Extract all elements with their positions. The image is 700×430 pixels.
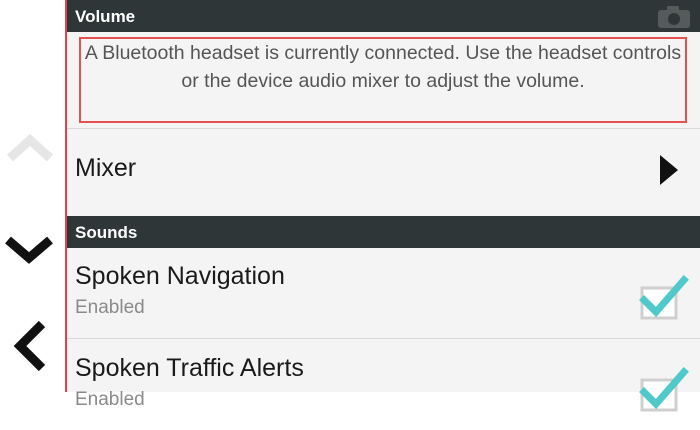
sounds-section-header: Sounds xyxy=(67,216,700,248)
spoken-navigation-row[interactable]: Spoken Navigation Enabled xyxy=(67,248,700,338)
divider xyxy=(67,128,700,129)
sounds-header-label: Sounds xyxy=(75,223,138,242)
back-button[interactable] xyxy=(0,312,64,372)
list-item-title: Spoken Traffic Alerts xyxy=(75,354,304,382)
camera-icon xyxy=(658,6,690,28)
volume-section-header: Volume xyxy=(67,0,700,32)
chevron-down-icon xyxy=(5,236,53,264)
spoken-traffic-alerts-row[interactable]: Spoken Traffic Alerts Enabled xyxy=(67,340,700,430)
checkbox-checked-icon[interactable] xyxy=(634,274,690,322)
checkbox-checked-icon[interactable] xyxy=(634,366,690,414)
chevron-right-icon xyxy=(660,155,678,185)
mixer-label: Mixer xyxy=(75,154,137,182)
list-item-subtitle: Enabled xyxy=(75,389,145,410)
volume-header-label: Volume xyxy=(75,7,136,26)
scroll-down-button[interactable] xyxy=(0,218,64,278)
scroll-up-button[interactable] xyxy=(0,118,64,178)
settings-content[interactable]: Volume A Bluetooth headset is currently … xyxy=(67,0,700,412)
list-item-title: Spoken Navigation xyxy=(75,262,285,290)
mixer-row[interactable]: Mixer xyxy=(67,130,700,208)
chevron-up-icon xyxy=(6,133,54,162)
divider xyxy=(67,338,700,339)
nav-rail xyxy=(0,0,66,392)
list-item-subtitle: Enabled xyxy=(75,297,145,318)
back-arrow-icon xyxy=(13,320,46,372)
bluetooth-volume-message: A Bluetooth headset is currently connect… xyxy=(79,37,687,123)
